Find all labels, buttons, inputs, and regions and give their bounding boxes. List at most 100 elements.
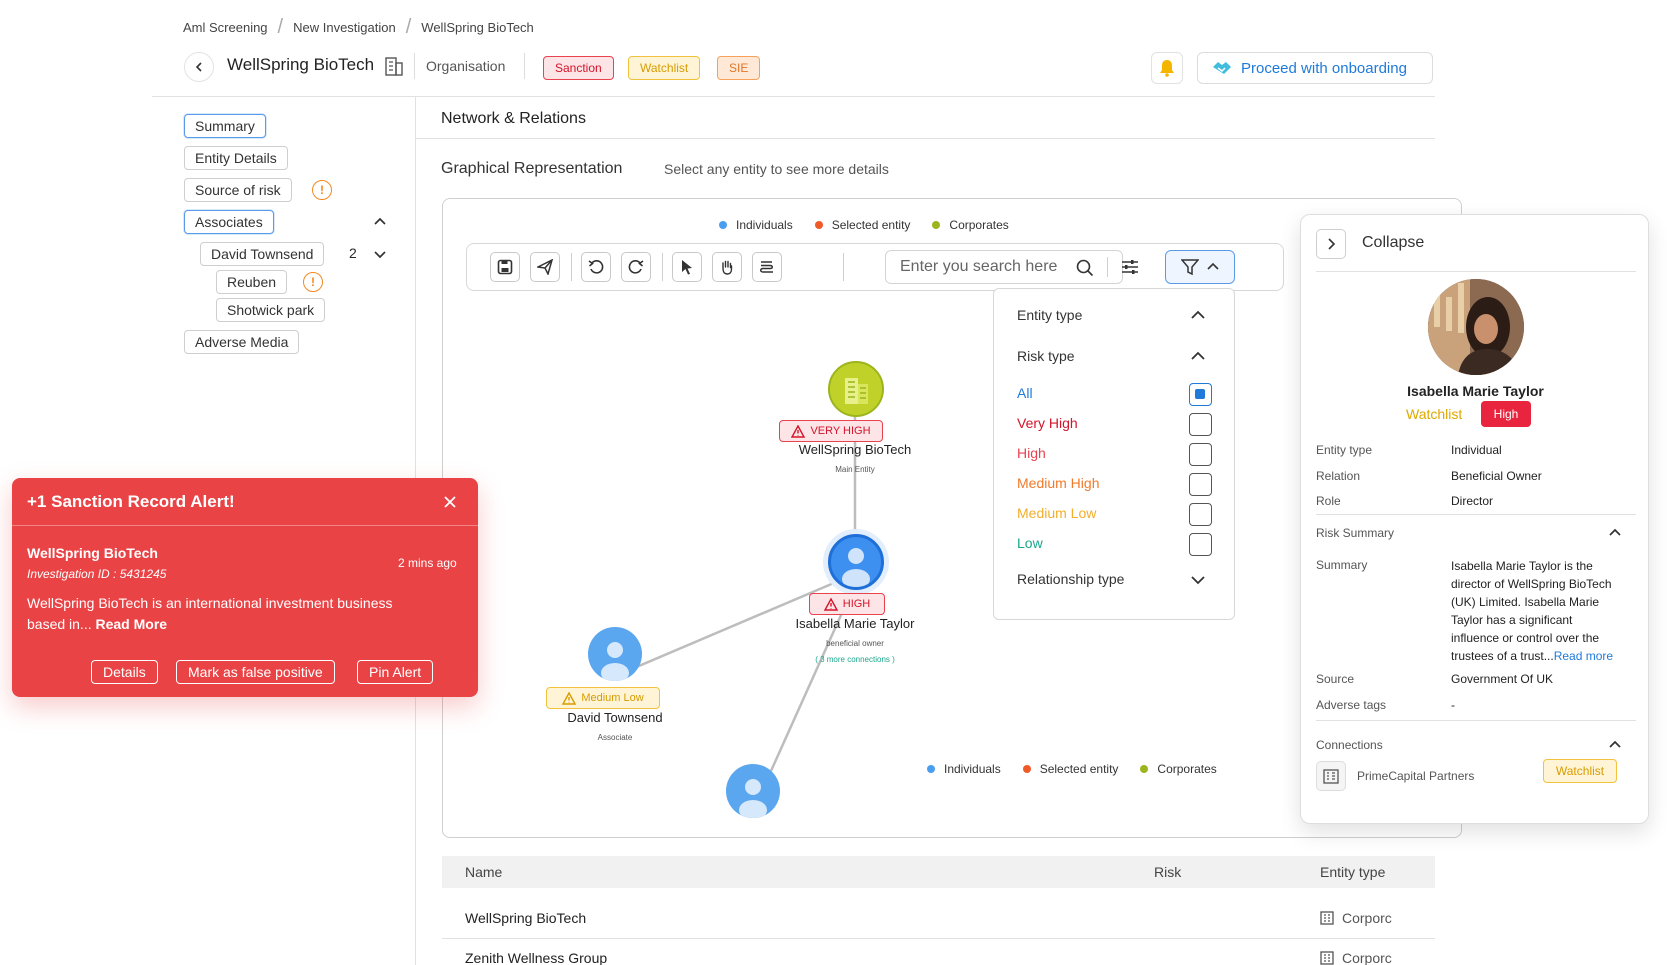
share-button[interactable] <box>530 252 560 282</box>
section-title: Network & Relations <box>441 110 586 127</box>
sidebar-item-shotwick-park[interactable]: Shotwick park <box>216 298 326 322</box>
summary-line: influence or control over the <box>1451 631 1600 645</box>
toolbar-divider <box>662 253 663 281</box>
breadcrumb-item-investigation[interactable]: New Investigation <box>293 20 396 35</box>
column-risk[interactable]: Risk <box>1154 864 1181 880</box>
risk-high-checkbox[interactable] <box>1189 443 1212 466</box>
sidebar-item-summary[interactable]: Summary <box>184 114 266 138</box>
divider <box>524 53 525 79</box>
wave-lines-icon <box>760 261 773 273</box>
high-risk-badge: High <box>1481 401 1531 427</box>
connection-node[interactable] <box>726 764 780 818</box>
breadcrumb-item-aml[interactable]: Aml Screening <box>183 20 268 35</box>
proceed-onboarding-button[interactable]: Proceed with onboarding <box>1197 52 1433 84</box>
chevron-up-icon[interactable] <box>1190 308 1206 322</box>
risk-medium-high-checkbox[interactable] <box>1189 473 1212 496</box>
associate-node[interactable] <box>588 627 642 681</box>
row-name: Zenith Wellness Group <box>465 950 608 965</box>
more-connections-link[interactable]: ( 3 more connections ) <box>755 655 955 664</box>
breadcrumb-separator: / <box>277 16 284 38</box>
risk-option-very-high: Very High <box>1017 415 1078 431</box>
panel-divider <box>1316 271 1636 272</box>
sidebar-item-source-of-risk[interactable]: Source of risk <box>184 178 292 202</box>
role-value: Director <box>1451 494 1494 508</box>
graph-title: Graphical Representation <box>441 160 623 177</box>
summary-text: Isabella Marie Taylor is the director of… <box>1451 557 1636 665</box>
connection-watchlist-badge: Watchlist <box>1543 759 1617 783</box>
details-button[interactable]: Details <box>91 660 158 684</box>
chevron-up-icon[interactable] <box>1608 526 1622 538</box>
column-name[interactable]: Name <box>465 864 502 880</box>
main-entity-role: Main Entity <box>835 465 875 474</box>
risk-very-high-checkbox[interactable] <box>1189 413 1212 436</box>
risk-medium-low-checkbox[interactable] <box>1189 503 1212 526</box>
row-divider <box>442 938 1435 939</box>
alert-read-more-link[interactable]: Read More <box>96 616 168 632</box>
alert-header: +1 Sanction Record Alert! <box>12 478 478 526</box>
collapse-button[interactable] <box>1316 229 1346 259</box>
pin-alert-button[interactable]: Pin Alert <box>357 660 434 684</box>
panel-divider <box>1316 514 1636 515</box>
sidebar-item-david-townsend[interactable]: David Townsend <box>200 242 325 266</box>
filter-button[interactable] <box>1165 250 1235 284</box>
column-entity-type[interactable]: Entity type <box>1320 864 1385 880</box>
risk-type-heading[interactable]: Risk type <box>1017 348 1075 364</box>
risk-low-checkbox[interactable] <box>1189 533 1212 556</box>
back-button[interactable] <box>184 52 214 82</box>
chevron-down-icon[interactable] <box>373 247 387 261</box>
summary-line: director of WellSpring BioTech <box>1451 577 1612 591</box>
summary-line: Isabella Marie Taylor is the <box>1451 559 1593 573</box>
sidebar-item-entity-details[interactable]: Entity Details <box>184 146 288 170</box>
graph-search-input[interactable]: Enter you search here <box>885 250 1123 284</box>
panel-divider <box>1316 720 1636 721</box>
breadcrumb: Aml Screening / New Investigation / Well… <box>183 16 534 39</box>
entity-detail-panel: Collapse Isabella Marie Taylor Watchlist… <box>1300 214 1649 824</box>
legend-top: Individuals Selected entity Corporates <box>719 218 1009 232</box>
relationship-type-heading[interactable]: Relationship type <box>1017 571 1124 587</box>
connection-name[interactable]: PrimeCapital Partners <box>1357 769 1474 783</box>
adverse-tags-key: Adverse tags <box>1316 698 1387 712</box>
risk-summary-heading[interactable]: Risk Summary <box>1316 526 1394 540</box>
alert-body-text: WellSpring BioTech is an international i… <box>27 595 393 632</box>
legend-corporates: Corporates <box>1140 762 1217 776</box>
risk-option-medium-high: Medium High <box>1017 475 1100 491</box>
summary-read-more-link[interactable]: Read more <box>1554 649 1613 663</box>
table-row[interactable]: Zenith Wellness Group Corporc <box>442 950 1435 965</box>
undo-button[interactable] <box>581 252 611 282</box>
chevron-up-icon[interactable] <box>1190 349 1206 363</box>
layout-tool-button[interactable] <box>752 252 782 282</box>
notifications-button[interactable] <box>1151 52 1183 84</box>
breadcrumb-separator: / <box>405 16 412 38</box>
selected-entity-role: beneficial owner <box>826 639 884 648</box>
sie-badge: SIE <box>717 56 761 80</box>
entity-kind-label: Organisation <box>426 58 506 74</box>
legend-selected: Selected entity <box>1022 762 1118 776</box>
alert-triangle-icon <box>562 691 577 705</box>
redo-icon <box>628 260 644 274</box>
person-icon <box>842 548 870 587</box>
sidebar-item-adverse-media[interactable]: Adverse Media <box>184 330 300 354</box>
chevron-up-icon[interactable] <box>1608 738 1622 750</box>
mark-false-positive-button[interactable]: Mark as false positive <box>176 660 335 684</box>
search-divider <box>1107 257 1108 277</box>
very-high-risk-badge: VERY HIGH <box>779 420 883 442</box>
chevron-down-icon[interactable] <box>1190 573 1206 587</box>
selected-entity-node[interactable] <box>828 534 884 590</box>
profile-photo <box>1428 279 1524 375</box>
redo-button[interactable] <box>621 252 651 282</box>
chevron-up-icon[interactable] <box>373 215 387 229</box>
main-entity-node[interactable] <box>828 361 884 417</box>
entity-type-key: Entity type <box>1316 443 1373 457</box>
pan-tool-button[interactable] <box>712 252 742 282</box>
row-entity-type: Corporc <box>1342 910 1392 926</box>
sidebar-item-reuben[interactable]: Reuben <box>216 270 288 294</box>
risk-all-checkbox[interactable] <box>1189 383 1212 406</box>
sliders-icon[interactable] <box>1121 258 1139 276</box>
entity-type-heading[interactable]: Entity type <box>1017 307 1082 323</box>
close-icon[interactable] <box>444 495 456 508</box>
save-button[interactable] <box>490 252 520 282</box>
connections-heading[interactable]: Connections <box>1316 738 1383 752</box>
pointer-tool-button[interactable] <box>672 252 702 282</box>
table-row[interactable]: WellSpring BioTech Corporc <box>442 910 1435 934</box>
sidebar-item-associates[interactable]: Associates <box>184 210 274 234</box>
